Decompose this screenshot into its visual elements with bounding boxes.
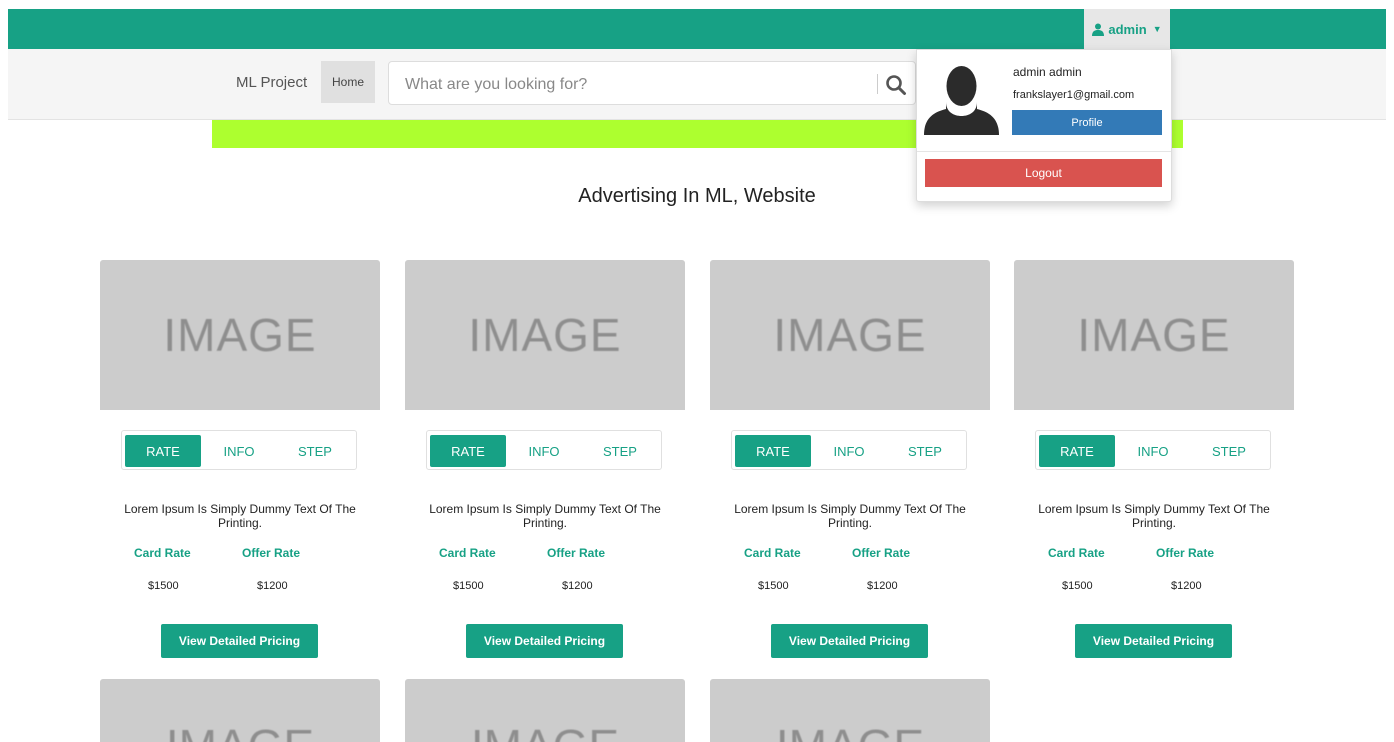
user-menu-button[interactable]: admin ▼ [1084,9,1170,49]
image-placeholder-text: IMAGE [710,719,990,742]
tab-step[interactable]: STEP [887,435,963,467]
tab-info[interactable]: INFO [201,435,277,467]
search-divider [877,74,878,94]
view-pricing-button[interactable]: View Detailed Pricing [161,624,318,658]
card-image-placeholder: IMAGE [100,679,380,742]
tab-rate[interactable]: RATE [430,435,506,467]
offer-rate-label: Offer Rate [1156,546,1215,560]
card-tabs: RATE INFO STEP [121,430,357,470]
user-silhouette-icon [924,66,999,135]
profile-button[interactable]: Profile [1012,110,1162,135]
card-rate-value: $1500 [148,580,179,592]
image-placeholder-text: IMAGE [163,309,317,361]
offer-rate-value: $1200 [257,580,288,592]
offer-rate-label: Offer Rate [242,546,301,560]
image-placeholder-text: IMAGE [773,309,927,361]
card-description: Lorem Ipsum Is Simply Dummy Text Of The … [124,502,356,530]
offer-rate-label: Offer Rate [852,546,911,560]
offer-rate-value: $1200 [1171,580,1202,592]
view-pricing-button[interactable]: View Detailed Pricing [771,624,928,658]
card-rate-label: Card Rate [439,546,496,560]
tab-step[interactable]: STEP [277,435,353,467]
tab-step[interactable]: STEP [1191,435,1267,467]
offer-rate-value: $1200 [867,580,898,592]
search-input[interactable] [403,73,857,97]
tab-rate[interactable]: RATE [1039,435,1115,467]
card-rate-value: $1500 [1062,580,1093,592]
user-full-name: admin admin [1013,65,1082,79]
image-placeholder-text: IMAGE [468,309,622,361]
caret-down-icon: ▼ [1152,24,1162,34]
user-dropdown-menu: admin admin frankslayer1@gmail.com Profi… [916,49,1172,202]
card-image-placeholder: IMAGE [710,679,990,742]
offer-rate-label: Offer Rate [547,546,606,560]
card-tabs: RATE INFO STEP [1035,430,1271,470]
logout-button[interactable]: Logout [925,159,1162,187]
tab-info[interactable]: INFO [1115,435,1191,467]
card-image-placeholder: IMAGE [710,260,990,410]
home-nav-link[interactable]: Home [321,61,375,103]
card-rate-label: Card Rate [1048,546,1105,560]
user-menu-label: admin [1108,21,1147,37]
card-image-placeholder: IMAGE [405,679,685,742]
card-rate-label: Card Rate [134,546,191,560]
card-image-placeholder: IMAGE [405,260,685,410]
view-pricing-button[interactable]: View Detailed Pricing [1075,624,1232,658]
tab-rate[interactable]: RATE [735,435,811,467]
card-rate-value: $1500 [758,580,789,592]
dropdown-divider [917,151,1171,152]
card-image-placeholder: IMAGE [100,260,380,410]
card-description: Lorem Ipsum Is Simply Dummy Text Of The … [429,502,661,530]
card-image-placeholder: IMAGE [1014,260,1294,410]
search-bar [388,61,916,105]
search-icon[interactable] [885,74,907,96]
card-tabs: RATE INFO STEP [731,430,967,470]
image-placeholder-text: IMAGE [1077,309,1231,361]
image-placeholder-text: IMAGE [100,719,380,742]
tab-rate[interactable]: RATE [125,435,201,467]
image-placeholder-text: IMAGE [405,719,685,742]
card-tabs: RATE INFO STEP [426,430,662,470]
page-heading: Advertising In ML, Website [578,185,816,207]
card-rate-value: $1500 [453,580,484,592]
brand-link[interactable]: ML Project [236,74,307,91]
offer-rate-value: $1200 [562,580,593,592]
view-pricing-button[interactable]: View Detailed Pricing [466,624,623,658]
card-description: Lorem Ipsum Is Simply Dummy Text Of The … [1038,502,1270,530]
tab-info[interactable]: INFO [811,435,887,467]
tab-step[interactable]: STEP [582,435,658,467]
top-bar [8,9,1386,49]
tab-info[interactable]: INFO [506,435,582,467]
user-email: frankslayer1@gmail.com [1013,89,1135,101]
card-rate-label: Card Rate [744,546,801,560]
user-icon [1092,23,1105,36]
card-description: Lorem Ipsum Is Simply Dummy Text Of The … [734,502,966,530]
